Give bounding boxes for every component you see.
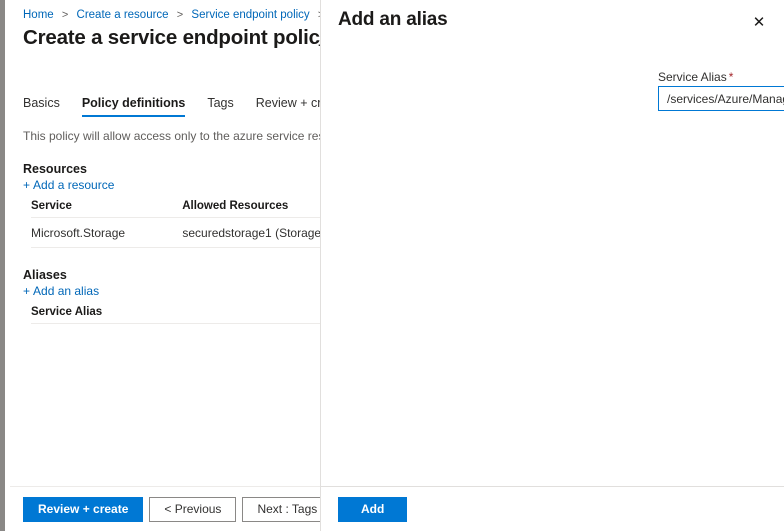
column-header-service: Service bbox=[31, 200, 72, 212]
breadcrumb-separator: > bbox=[176, 9, 184, 21]
service-alias-label-text: Service Alias bbox=[658, 70, 727, 84]
breadcrumb-item-create-a-resource[interactable]: Create a resource bbox=[77, 9, 169, 21]
breadcrumb-item-home[interactable]: Home bbox=[23, 9, 54, 21]
add-button[interactable]: Add bbox=[338, 496, 408, 522]
service-alias-dropdown[interactable]: /services/Azure/ManagedInstance bbox=[658, 86, 784, 111]
blade-footer: Review + create < Previous Next : Tags >… bbox=[10, 486, 320, 531]
add-a-resource-label: Add a resource bbox=[33, 178, 115, 192]
blade-content: Home > Create a resource > Service endpo… bbox=[5, 0, 320, 485]
add-an-alias-label: Add an alias bbox=[33, 284, 100, 298]
aliases-heading: Aliases bbox=[23, 268, 67, 282]
previous-button[interactable]: < Previous bbox=[149, 497, 237, 522]
resources-heading: Resources bbox=[23, 162, 87, 176]
plus-icon: + bbox=[23, 178, 31, 192]
plus-icon: + bbox=[23, 284, 31, 298]
cell-service: Microsoft.Storage bbox=[31, 226, 126, 240]
page-title: Create a service endpoint policy bbox=[23, 26, 320, 49]
blade-footer-buttons: Review + create < Previous Next : Tags >… bbox=[10, 487, 320, 531]
wizard-tabs: Basics Policy definitions Tags Review + … bbox=[23, 96, 320, 117]
breadcrumb-separator: > bbox=[61, 9, 69, 21]
breadcrumb-item-service-endpoint-policy[interactable]: Service endpoint policy bbox=[191, 9, 309, 21]
required-marker: * bbox=[728, 70, 734, 84]
tab-policy-definitions[interactable]: Policy definitions bbox=[81, 96, 185, 117]
table-row[interactable]: Microsoft.Storage securedstorage1 (Stora… bbox=[31, 218, 320, 248]
add-a-resource-link[interactable]: + Add a resource bbox=[23, 178, 114, 192]
policy-description: This policy will allow access only to th… bbox=[23, 129, 320, 143]
breadcrumb: Home > Create a resource > Service endpo… bbox=[23, 9, 320, 21]
create-service-endpoint-policy-blade: Home > Create a resource > Service endpo… bbox=[0, 0, 320, 531]
cell-allowed-resources: securedstorage1 (Storage a… bbox=[182, 226, 320, 240]
column-header-allowed-resources: Allowed Resources bbox=[182, 200, 289, 212]
tab-basics[interactable]: Basics bbox=[23, 96, 60, 117]
resources-table-header: Service Allowed Resources ⋮ bbox=[31, 194, 320, 218]
next-tags-button[interactable]: Next : Tags > bbox=[242, 497, 320, 522]
tab-tags[interactable]: Tags bbox=[207, 96, 233, 117]
panel-title: Add an alias bbox=[338, 9, 448, 30]
add-an-alias-panel: Add an alias ✕ Service Alias * /services/… bbox=[320, 0, 784, 531]
service-alias-label: Service Alias * bbox=[658, 70, 733, 84]
panel-footer: Add bbox=[321, 486, 784, 531]
tab-review-create[interactable]: Review + create bbox=[256, 96, 320, 117]
close-icon[interactable]: ✕ bbox=[746, 9, 772, 35]
review-create-button[interactable]: Review + create bbox=[23, 497, 144, 522]
azure-portal-screen: Home > Create a resource > Service endpo… bbox=[0, 0, 784, 531]
resources-table: Service Allowed Resources ⋮ Microsoft.St… bbox=[31, 194, 320, 248]
column-header-service-alias: Service Alias bbox=[31, 306, 103, 318]
service-alias-value: /services/Azure/ManagedInstance bbox=[667, 91, 784, 106]
aliases-table: Service Alias bbox=[31, 300, 320, 324]
add-an-alias-link[interactable]: + Add an alias bbox=[23, 284, 99, 298]
aliases-table-header: Service Alias bbox=[31, 300, 320, 324]
